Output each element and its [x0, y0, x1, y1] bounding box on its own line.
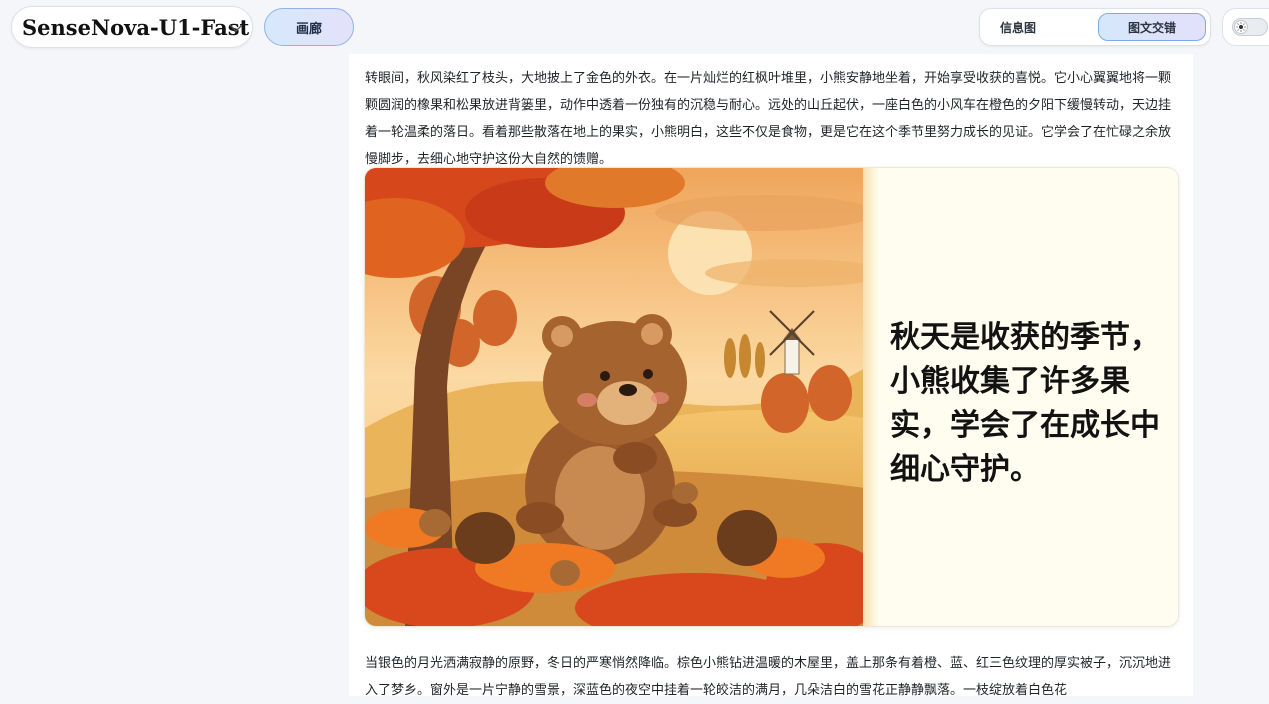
- mode-switch: 信息图 图文交错: [979, 8, 1211, 46]
- generated-image[interactable]: 秋天是收获的季节，小熊收集了许多果实，学会了在成长中细心守护。: [364, 167, 1179, 627]
- theme-toggle[interactable]: [1222, 8, 1269, 46]
- image-caption-panel: 秋天是收获的季节，小熊收集了许多果实，学会了在成长中细心守护。: [863, 168, 1178, 626]
- toggle-knob: [1234, 20, 1248, 34]
- story-content: 转眼间，秋风染红了枝头，大地披上了金色的外衣。在一片灿烂的红枫叶堆里，小熊安静地…: [349, 54, 1193, 698]
- chevron-down-icon: [229, 24, 243, 32]
- story-paragraph: 转眼间，秋风染红了枝头，大地披上了金色的外衣。在一片灿烂的红枫叶堆里，小熊安静地…: [365, 71, 1172, 167]
- gallery-button-label: 画廊: [295, 21, 322, 37]
- image-caption: 秋天是收获的季节，小熊收集了许多果实，学会了在成长中细心守护。: [890, 320, 1160, 487]
- model-selector[interactable]: SenseNova-U1-Fast: [11, 6, 253, 48]
- tab-interleaved[interactable]: 图文交错: [1098, 13, 1206, 41]
- tab-infographic-label: 信息图: [999, 20, 1036, 35]
- tab-infographic[interactable]: 信息图: [984, 13, 1052, 41]
- bear-autumn-illustration: [365, 168, 865, 626]
- toggle-track: [1232, 18, 1268, 36]
- model-name: SenseNova-U1-Fast: [22, 14, 250, 40]
- tab-interleaved-label: 图文交错: [1127, 20, 1176, 35]
- gallery-button[interactable]: 画廊: [264, 8, 354, 46]
- top-bar: SenseNova-U1-Fast 画廊 信息图 图文交错: [0, 0, 1269, 54]
- sun-icon: [1236, 22, 1246, 32]
